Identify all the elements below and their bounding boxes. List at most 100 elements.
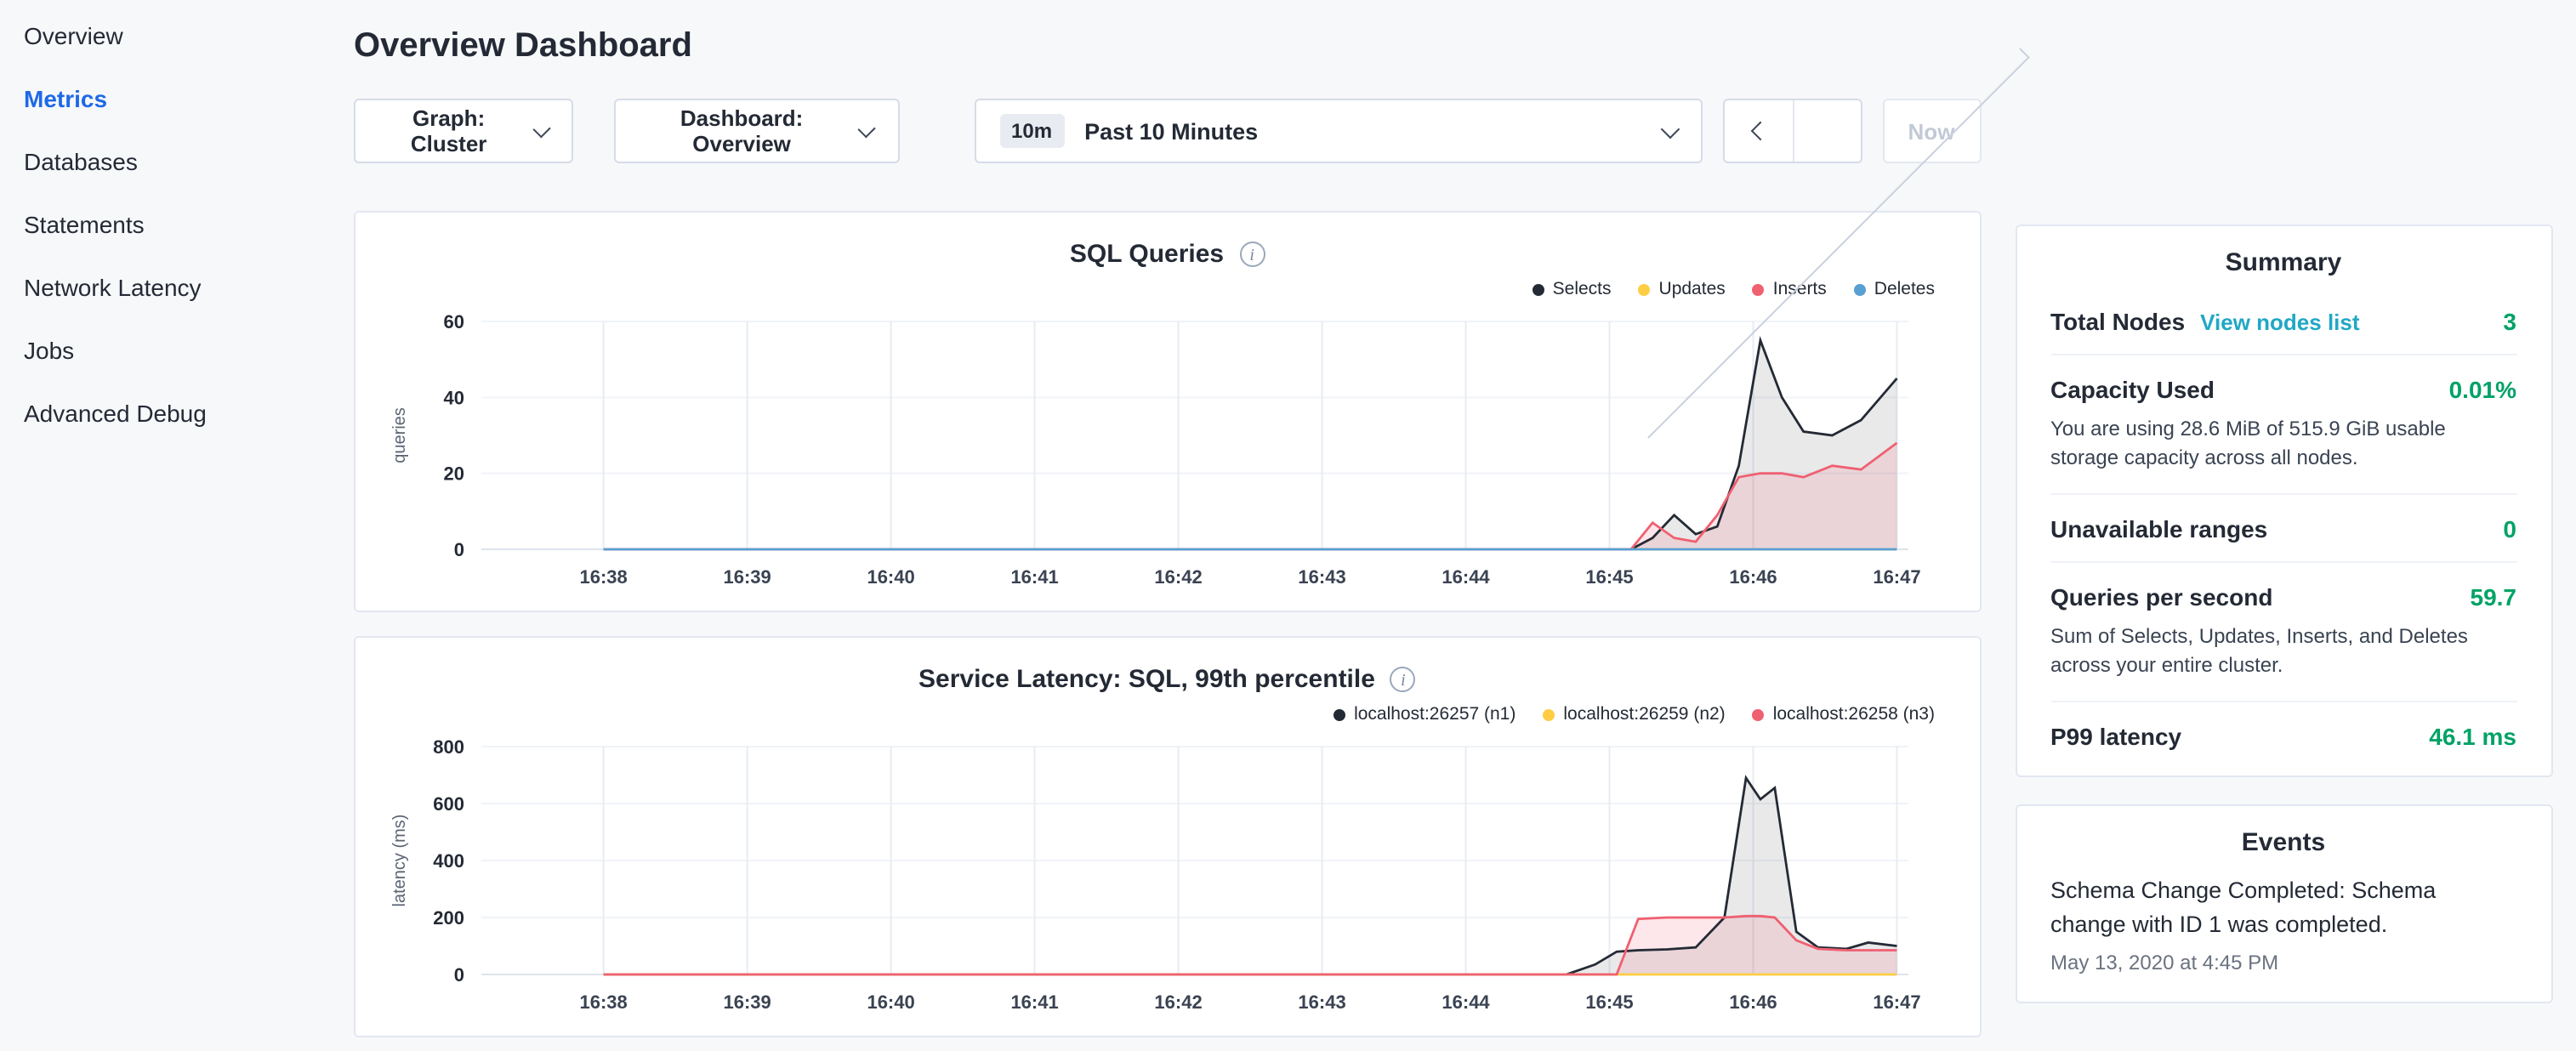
sql-queries-legend: SelectsUpdatesInsertsDeletes: [383, 274, 1935, 304]
svg-text:16:40: 16:40: [867, 566, 914, 588]
chevron-left-icon: [1750, 122, 1770, 141]
sidebar-item-advanced-debug[interactable]: Advanced Debug: [0, 381, 340, 444]
svg-text:40: 40: [444, 387, 464, 408]
event-item: Schema Change Completed: Schema change w…: [2050, 873, 2516, 975]
svg-text:16:42: 16:42: [1154, 991, 1202, 1013]
legend-item[interactable]: localhost:26259 (n2): [1543, 704, 1725, 724]
summary-row-queries-per-second: Queries per second 59.7 Sum of Selects, …: [2050, 561, 2516, 701]
summary-label: Capacity Used: [2050, 376, 2215, 403]
time-range-badge: 10m: [999, 114, 1064, 148]
svg-text:16:39: 16:39: [723, 991, 771, 1013]
svg-text:16:45: 16:45: [1585, 991, 1633, 1013]
summary-description: Sum of Selects, Updates, Inserts, and De…: [2050, 622, 2516, 682]
legend-item[interactable]: localhost:26257 (n1): [1333, 704, 1515, 724]
summary-row-p99-latency: P99 latency 46.1 ms: [2050, 700, 2516, 768]
dashboard-dropdown-label: Dashboard: Overview: [640, 105, 844, 156]
summary-value: 46.1 ms: [2429, 722, 2516, 749]
svg-text:800: 800: [433, 736, 464, 758]
summary-label: Queries per second: [2050, 583, 2272, 611]
event-timestamp: May 13, 2020 at 4:45 PM: [2050, 952, 2516, 975]
svg-text:16:39: 16:39: [723, 566, 771, 588]
time-pager: [1722, 99, 1862, 163]
sql-queries-panel: SQL Queries i SelectsUpdatesInsertsDelet…: [354, 211, 1981, 612]
sql-queries-chart[interactable]: 0 20 40 60 16:38 16:39 16:40 16:41 16:42 16:43 16:…: [383, 304, 1952, 597]
svg-text:16:38: 16:38: [579, 566, 627, 588]
summary-value: 59.7: [2471, 583, 2517, 611]
right-sidebar: Summary Total Nodes View nodes list 3 Ca…: [2015, 224, 2552, 1051]
main-content: Overview Dashboard Graph: Cluster Dashbo…: [340, 0, 1981, 1051]
svg-text:20: 20: [444, 463, 464, 485]
sidebar-item-databases[interactable]: Databases: [0, 129, 340, 192]
service-latency-legend: localhost:26257 (n1) localhost:26259 (n2)…: [383, 699, 1935, 730]
sidebar: Overview Metrics Databases Statements Ne…: [0, 0, 340, 1051]
service-latency-panel: Service Latency: SQL, 99th percentile i …: [354, 636, 1981, 1037]
time-next-button[interactable]: [1792, 100, 1860, 162]
svg-text:0: 0: [454, 539, 464, 560]
event-text: Schema Change Completed: Schema change w…: [2050, 873, 2516, 945]
sidebar-item-overview[interactable]: Overview: [0, 3, 340, 66]
events-heading: Events: [2050, 827, 2516, 856]
svg-text:0: 0: [454, 964, 464, 986]
graph-dropdown-label: Graph: Cluster: [379, 105, 518, 156]
chevron-down-icon: [1660, 119, 1680, 139]
svg-text:16:45: 16:45: [1585, 566, 1633, 588]
page-title: Overview Dashboard: [354, 24, 1981, 68]
svg-text:16:40: 16:40: [867, 991, 914, 1013]
chart-title: Service Latency: SQL, 99th percentile: [918, 664, 1375, 693]
svg-text:16:47: 16:47: [1873, 991, 1920, 1013]
summary-label: P99 latency: [2050, 722, 2181, 749]
graph-dropdown[interactable]: Graph: Cluster: [354, 99, 573, 163]
svg-text:16:46: 16:46: [1729, 566, 1777, 588]
svg-text:16:44: 16:44: [1442, 991, 1490, 1013]
time-controls: 10m Past 10 Minutes Now: [974, 99, 1981, 163]
svg-text:queries: queries: [390, 407, 409, 463]
sidebar-item-metrics[interactable]: Metrics: [0, 66, 340, 129]
svg-text:600: 600: [433, 793, 464, 815]
chart-title: SQL Queries: [1070, 239, 1224, 268]
svg-text:16:42: 16:42: [1154, 566, 1202, 588]
summary-heading: Summary: [2050, 248, 2516, 277]
svg-text:16:43: 16:43: [1298, 991, 1345, 1013]
summary-row-total-nodes: Total Nodes View nodes list 3: [2050, 287, 2516, 354]
summary-description: You are using 28.6 MiB of 515.9 GiB usab…: [2050, 415, 2516, 474]
dashboard-dropdown[interactable]: Dashboard: Overview: [614, 99, 899, 163]
dashboard-controls: Graph: Cluster Dashboard: Overview 10m P…: [354, 99, 1981, 163]
svg-text:16:41: 16:41: [1010, 566, 1058, 588]
legend-item[interactable]: Selects: [1533, 279, 1612, 299]
view-nodes-link[interactable]: View nodes list: [2200, 310, 2359, 335]
service-latency-chart[interactable]: 0 200 400 600 800 16:38 16:39 16:40 16:41 16:42 16…: [383, 730, 1952, 1022]
sidebar-item-statements[interactable]: Statements: [0, 192, 340, 255]
svg-text:16:47: 16:47: [1873, 566, 1920, 588]
events-panel: Events Schema Change Completed: Schema c…: [2015, 804, 2552, 1004]
svg-text:60: 60: [444, 311, 464, 332]
svg-text:16:41: 16:41: [1010, 991, 1058, 1013]
summary-label: Unavailable ranges: [2050, 515, 2267, 543]
sidebar-item-network-latency[interactable]: Network Latency: [0, 255, 340, 318]
time-range-label: Past 10 Minutes: [1084, 118, 1258, 144]
summary-label: Total Nodes: [2050, 308, 2185, 335]
summary-value: 3: [2503, 308, 2516, 335]
svg-text:16:44: 16:44: [1442, 566, 1490, 588]
svg-text:16:38: 16:38: [579, 991, 627, 1013]
summary-panel: Summary Total Nodes View nodes list 3 Ca…: [2015, 224, 2552, 776]
time-prev-button[interactable]: [1724, 100, 1792, 162]
legend-item[interactable]: Updates: [1639, 279, 1726, 299]
svg-text:16:46: 16:46: [1729, 991, 1777, 1013]
summary-row-capacity-used: Capacity Used 0.01% You are using 28.6 M…: [2050, 354, 2516, 493]
summary-row-unavailable-ranges: Unavailable ranges 0: [2050, 493, 2516, 561]
svg-text:latency (ms): latency (ms): [390, 815, 409, 907]
svg-text:200: 200: [433, 907, 464, 929]
legend-item[interactable]: localhost:26258 (n3): [1753, 704, 1935, 724]
sidebar-item-jobs[interactable]: Jobs: [0, 318, 340, 381]
chevron-down-icon: [858, 119, 877, 138]
app-root: Overview Metrics Databases Statements Ne…: [0, 0, 2576, 1051]
legend-item[interactable]: Deletes: [1854, 279, 1935, 299]
chevron-down-icon: [532, 119, 551, 138]
time-range-dropdown[interactable]: 10m Past 10 Minutes: [974, 99, 1702, 163]
summary-value: 0.01%: [2449, 376, 2516, 403]
info-icon[interactable]: i: [1239, 241, 1265, 266]
svg-text:400: 400: [433, 850, 464, 872]
info-icon[interactable]: i: [1390, 666, 1416, 691]
summary-value: 0: [2503, 515, 2516, 543]
svg-text:16:43: 16:43: [1298, 566, 1345, 588]
